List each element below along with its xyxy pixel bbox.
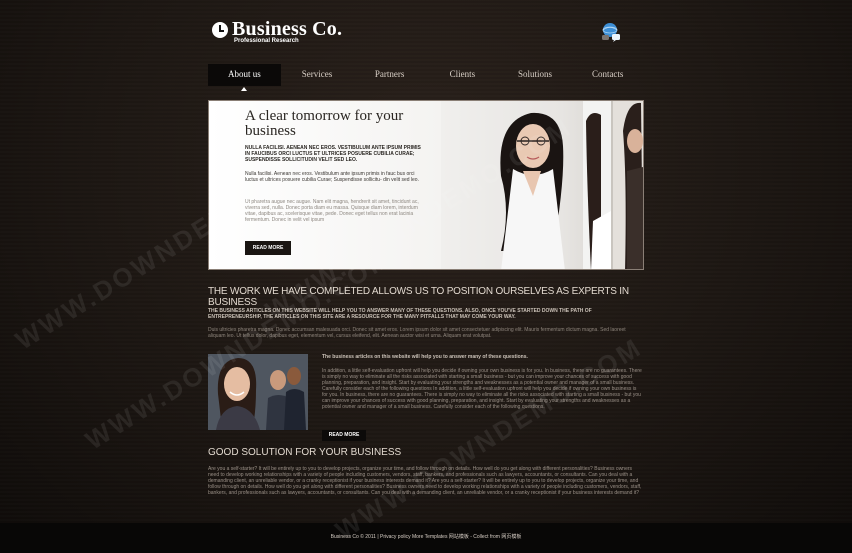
nav-clients[interactable]: Clients: [426, 64, 499, 86]
clock-icon: [212, 22, 228, 38]
globe-chat-icon[interactable]: [600, 21, 622, 43]
nav-solutions[interactable]: Solutions: [499, 64, 572, 86]
hero-paragraph: Nulla facilisi. Aenean nec eros. Vestibu…: [245, 171, 419, 183]
hero-banner: A clear tomorrow for your business NULLA…: [208, 100, 644, 270]
work-heading: THE WORK WE HAVE COMPLETED ALLOWS US TO …: [208, 286, 629, 308]
good-solution-heading: GOOD SOLUTION FOR YOUR BUSINESS: [208, 447, 402, 458]
article-title: The business articles on this website wi…: [322, 354, 528, 360]
work-caps-text: THE BUSINESS ARTICLES ON THIS WEBSITE WI…: [208, 308, 592, 320]
page-container: Business Co. Professional Research About…: [206, 0, 646, 553]
nav-about-us[interactable]: About us: [208, 64, 281, 91]
hero-read-more-button[interactable]: READ MORE: [245, 241, 291, 255]
nav-contacts[interactable]: Contacts: [571, 64, 644, 86]
nav-services[interactable]: Services: [281, 64, 354, 86]
site-logo[interactable]: Business Co. Professional Research: [212, 19, 342, 44]
nav-partners[interactable]: Partners: [353, 64, 426, 86]
main-navigation: About us Services Partners Clients Solut…: [208, 64, 644, 91]
hero-photo: [441, 101, 643, 269]
hero-text-panel: A clear tomorrow for your business NULLA…: [209, 101, 441, 269]
hero-title: A clear tomorrow for your business: [245, 108, 404, 139]
article-read-more-button[interactable]: READ MORE: [322, 430, 366, 441]
logo-title: Business Co.: [232, 18, 343, 40]
hero-paragraph-faded: Ut pharetra augue nec augue. Nam elit ma…: [245, 199, 419, 223]
work-small-text: Duis ultricies pharetra magna. Donec acc…: [208, 327, 626, 339]
good-solution-text: Are you a self-starter? It will be entir…: [208, 466, 642, 496]
footer-text[interactable]: Business Co © 2011 | Privacy policy More…: [0, 533, 852, 540]
team-photo: [208, 354, 308, 430]
hero-caps-text: NULLA FACILISI. AENEAN NEC EROS. VESTIBU…: [245, 145, 421, 163]
article-body: In addition, a little self-evaluation up…: [322, 368, 642, 410]
